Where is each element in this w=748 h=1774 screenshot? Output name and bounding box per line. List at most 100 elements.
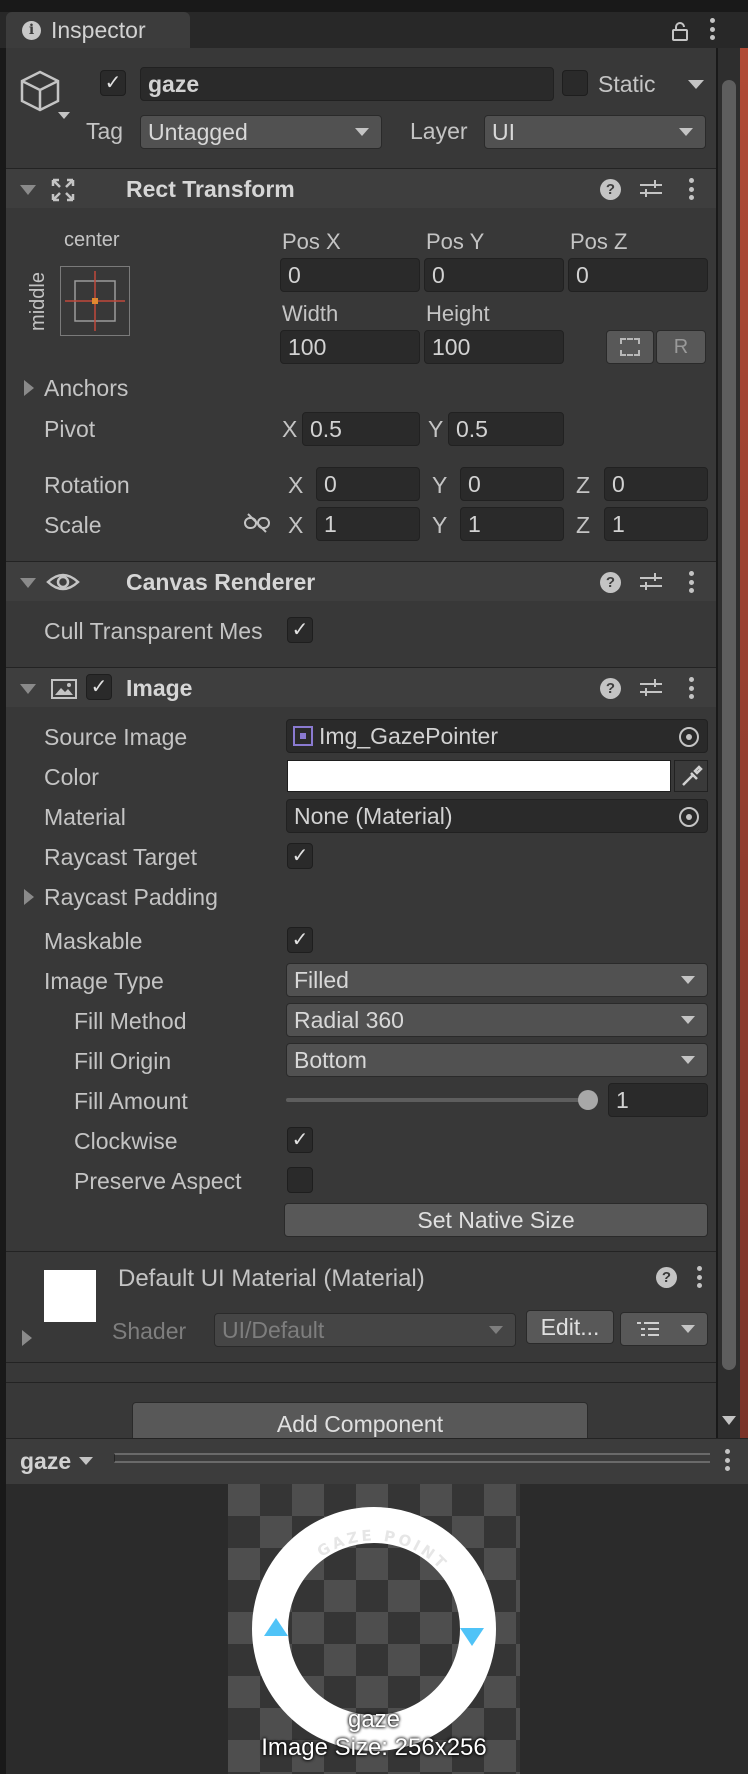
fill-origin-value: Bottom bbox=[294, 1046, 367, 1073]
component-menu-icon[interactable] bbox=[688, 178, 694, 200]
component-menu-icon[interactable] bbox=[688, 677, 694, 699]
scale-z-input[interactable]: 1 bbox=[604, 507, 708, 541]
image-type-dropdown[interactable]: Filled bbox=[286, 963, 708, 997]
help-icon[interactable]: ? bbox=[600, 678, 621, 699]
material-preview-swatch bbox=[44, 1270, 96, 1322]
anchor-preset-button[interactable] bbox=[60, 266, 130, 336]
scale-x-input[interactable]: 1 bbox=[316, 507, 420, 541]
eyedropper-icon[interactable] bbox=[674, 760, 708, 792]
width-input[interactable]: 100 bbox=[280, 330, 420, 364]
canvas-renderer-header[interactable]: Canvas Renderer ? bbox=[6, 561, 716, 601]
chevron-down-icon bbox=[681, 1016, 695, 1024]
preview-drag-handle[interactable] bbox=[114, 1453, 710, 1463]
object-picker-icon[interactable] bbox=[679, 807, 699, 827]
layer-label: Layer bbox=[410, 118, 468, 144]
component-menu-icon[interactable] bbox=[688, 571, 694, 593]
scale-y-input[interactable]: 1 bbox=[460, 507, 564, 541]
preview-object-dropdown[interactable]: gaze bbox=[20, 1447, 94, 1475]
fill-amount-slider-thumb[interactable] bbox=[578, 1090, 598, 1110]
eye-icon bbox=[46, 570, 80, 594]
color-label: Color bbox=[44, 764, 99, 790]
raycast-target-label: Raycast Target bbox=[44, 844, 197, 870]
preview-caption-size: Image Size: 256x256 bbox=[261, 1734, 487, 1761]
clockwise-label: Clockwise bbox=[74, 1128, 178, 1154]
layer-dropdown[interactable]: UI bbox=[484, 115, 706, 149]
rotation-y-input[interactable]: 0 bbox=[460, 467, 564, 501]
image-enabled-checkbox[interactable]: ✓ bbox=[86, 674, 112, 700]
raycast-target-checkbox[interactable]: ✓ bbox=[287, 843, 313, 869]
chevron-down-icon bbox=[679, 128, 693, 136]
source-image-field[interactable]: Img_GazePointer bbox=[286, 719, 708, 753]
sprite-icon bbox=[293, 726, 313, 746]
presets-icon[interactable] bbox=[640, 179, 662, 199]
raycast-padding-label[interactable]: Raycast Padding bbox=[44, 884, 218, 911]
scroll-down-icon[interactable] bbox=[722, 1416, 736, 1425]
gameobject-cube-icon[interactable] bbox=[18, 68, 72, 122]
blueprint-mode-button[interactable] bbox=[606, 330, 654, 364]
scrollbar-thumb[interactable] bbox=[722, 80, 736, 1370]
shader-options-button[interactable] bbox=[620, 1312, 708, 1346]
active-checkbox[interactable]: ✓ bbox=[100, 70, 126, 96]
tab-inspector[interactable]: i Inspector bbox=[6, 12, 190, 48]
pivot-x-input[interactable]: 0.5 bbox=[302, 412, 420, 446]
pivot-y-label: Y bbox=[428, 416, 444, 442]
fold-arrow-icon[interactable] bbox=[20, 578, 36, 588]
section-divider bbox=[6, 1382, 716, 1383]
static-checkbox[interactable] bbox=[562, 70, 588, 96]
set-native-size-button[interactable]: Set Native Size bbox=[284, 1203, 708, 1237]
clockwise-checkbox[interactable]: ✓ bbox=[287, 1127, 313, 1153]
height-input[interactable]: 100 bbox=[424, 330, 564, 364]
static-dropdown-icon[interactable] bbox=[688, 80, 704, 89]
raw-edit-button[interactable]: R bbox=[656, 330, 706, 364]
check-icon: ✓ bbox=[291, 845, 309, 867]
pos-x-label: Pos X bbox=[282, 229, 341, 254]
fill-amount-input[interactable]: 1 bbox=[608, 1083, 708, 1117]
gameobject-name-input[interactable]: gaze bbox=[140, 67, 554, 101]
preserve-aspect-checkbox[interactable] bbox=[287, 1167, 313, 1193]
unlinked-scale-icon[interactable] bbox=[244, 512, 270, 533]
cull-transparent-checkbox[interactable]: ✓ bbox=[287, 617, 313, 643]
anchors-label[interactable]: Anchors bbox=[44, 375, 128, 402]
pos-x-input[interactable]: 0 bbox=[280, 258, 420, 292]
object-picker-icon[interactable] bbox=[679, 727, 699, 747]
rotation-z-input[interactable]: 0 bbox=[604, 467, 708, 501]
tag-dropdown[interactable]: Untagged bbox=[140, 115, 382, 149]
shader-value: UI/Default bbox=[222, 1316, 325, 1343]
fold-arrow-icon[interactable] bbox=[20, 684, 36, 694]
fill-origin-label: Fill Origin bbox=[74, 1048, 172, 1074]
pivot-x-label: X bbox=[282, 416, 298, 442]
maskable-checkbox[interactable]: ✓ bbox=[287, 927, 313, 953]
pivot-label: Pivot bbox=[44, 416, 96, 442]
color-swatch[interactable] bbox=[287, 760, 671, 792]
fill-method-dropdown[interactable]: Radial 360 bbox=[286, 1003, 708, 1037]
pos-y-input[interactable]: 0 bbox=[424, 258, 564, 292]
help-icon[interactable]: ? bbox=[656, 1267, 677, 1288]
presets-icon[interactable] bbox=[640, 572, 662, 592]
rect-transform-header[interactable]: Rect Transform ? bbox=[6, 168, 716, 208]
lock-icon[interactable] bbox=[670, 20, 690, 41]
scale-z-label: Z bbox=[576, 512, 591, 538]
fill-amount-slider[interactable] bbox=[286, 1098, 588, 1102]
material-fold-icon[interactable] bbox=[22, 1330, 32, 1346]
rotation-x-input[interactable]: 0 bbox=[316, 467, 420, 501]
shader-dropdown[interactable]: UI/Default bbox=[214, 1313, 516, 1347]
material-menu-icon[interactable] bbox=[696, 1266, 702, 1288]
info-icon: i bbox=[22, 20, 41, 40]
image-header[interactable]: ✓ Image ? bbox=[6, 667, 716, 707]
fold-arrow-icon[interactable] bbox=[20, 185, 36, 195]
rotation-y-label: Y bbox=[432, 472, 448, 498]
raycast-padding-fold-icon[interactable] bbox=[24, 889, 34, 905]
fill-origin-dropdown[interactable]: Bottom bbox=[286, 1043, 708, 1077]
preview-menu-icon[interactable] bbox=[724, 1449, 730, 1471]
pivot-y-input[interactable]: 0.5 bbox=[448, 412, 564, 446]
material-field[interactable]: None (Material) bbox=[286, 799, 708, 833]
anchors-fold-icon[interactable] bbox=[24, 380, 34, 396]
window-menu-icon[interactable] bbox=[709, 18, 715, 40]
tag-label: Tag bbox=[86, 118, 124, 144]
shader-edit-button[interactable]: Edit... bbox=[526, 1310, 614, 1344]
help-icon[interactable]: ? bbox=[600, 572, 621, 593]
help-icon[interactable]: ? bbox=[600, 179, 621, 200]
pos-z-input[interactable]: 0 bbox=[568, 258, 708, 292]
presets-icon[interactable] bbox=[640, 678, 662, 698]
image-component-icon bbox=[50, 677, 78, 701]
